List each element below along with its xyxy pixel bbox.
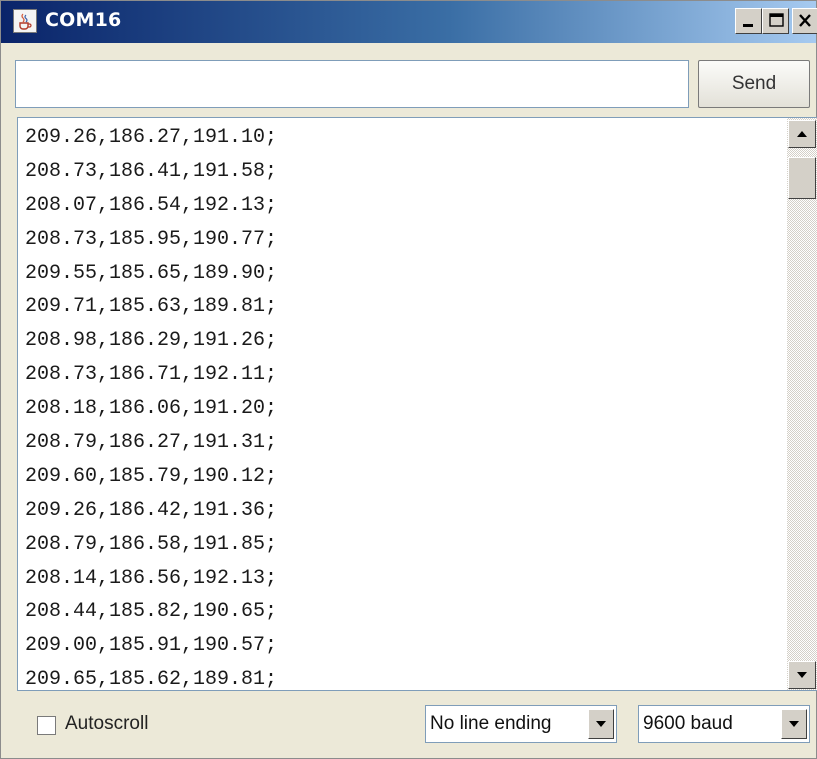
- baud-rate-value: 9600 baud: [643, 713, 733, 734]
- scroll-up-button[interactable]: [788, 120, 816, 148]
- arrow-up-icon: [797, 131, 807, 137]
- baud-rate-dropdown-button[interactable]: [781, 709, 807, 739]
- minimize-button[interactable]: [735, 8, 762, 34]
- chevron-down-icon: [789, 721, 799, 727]
- minimize-icon: [743, 24, 753, 27]
- send-button[interactable]: Send: [698, 60, 810, 108]
- output-line: 208.18,186.06,191.20;: [25, 397, 278, 421]
- java-cup-icon: [13, 9, 37, 33]
- output-line: 208.07,186.54,192.13;: [25, 193, 278, 217]
- vertical-scrollbar[interactable]: [787, 118, 817, 690]
- serial-monitor-window: COM16 Send 209.26,186.27,191.10; 208.73,…: [0, 0, 817, 759]
- close-icon: [799, 14, 811, 27]
- output-lines: 209.26,186.27,191.10; 208.73,186.41,191.…: [25, 121, 278, 691]
- maximize-button[interactable]: [762, 8, 789, 34]
- output-line: 209.26,186.27,191.10;: [25, 126, 278, 149]
- title-bar[interactable]: COM16: [1, 1, 817, 43]
- output-line: 208.44,185.82,190.65;: [25, 600, 278, 624]
- line-ending-select[interactable]: No line ending: [425, 705, 617, 743]
- serial-output[interactable]: 209.26,186.27,191.10; 208.73,186.41,191.…: [17, 117, 817, 691]
- output-line: 209.71,185.63,189.81;: [25, 295, 278, 319]
- output-line: 209.26,186.42,191.36;: [25, 498, 278, 522]
- output-line: 208.79,186.58,191.85;: [25, 532, 278, 556]
- arrow-down-icon: [797, 672, 807, 678]
- autoscroll-checkbox[interactable]: [37, 716, 56, 735]
- autoscroll-label[interactable]: Autoscroll: [65, 713, 148, 735]
- line-ending-dropdown-button[interactable]: [588, 709, 614, 739]
- output-line: 208.98,186.29,191.26;: [25, 329, 278, 353]
- scroll-thumb[interactable]: [788, 157, 816, 199]
- output-line: 208.73,186.71,192.11;: [25, 363, 278, 387]
- maximize-icon: [769, 13, 784, 27]
- output-line: 208.14,186.56,192.13;: [25, 566, 278, 590]
- scroll-down-button[interactable]: [788, 661, 816, 689]
- output-line: 208.79,186.27,191.31;: [25, 431, 278, 455]
- close-button[interactable]: [792, 8, 817, 34]
- output-line: 208.73,186.41,191.58;: [25, 159, 278, 183]
- output-line: 209.00,185.91,190.57;: [25, 634, 278, 658]
- window-title: COM16: [45, 9, 122, 31]
- chevron-down-icon: [596, 721, 606, 727]
- line-ending-value: No line ending: [430, 713, 552, 734]
- send-input[interactable]: [15, 60, 689, 108]
- output-line: 209.55,185.65,189.90;: [25, 261, 278, 285]
- baud-rate-select[interactable]: 9600 baud: [638, 705, 810, 743]
- output-line: 209.60,185.79,190.12;: [25, 464, 278, 488]
- output-line: 209.65,185.62,189.81;: [25, 668, 278, 691]
- output-line: 208.73,185.95,190.77;: [25, 227, 278, 251]
